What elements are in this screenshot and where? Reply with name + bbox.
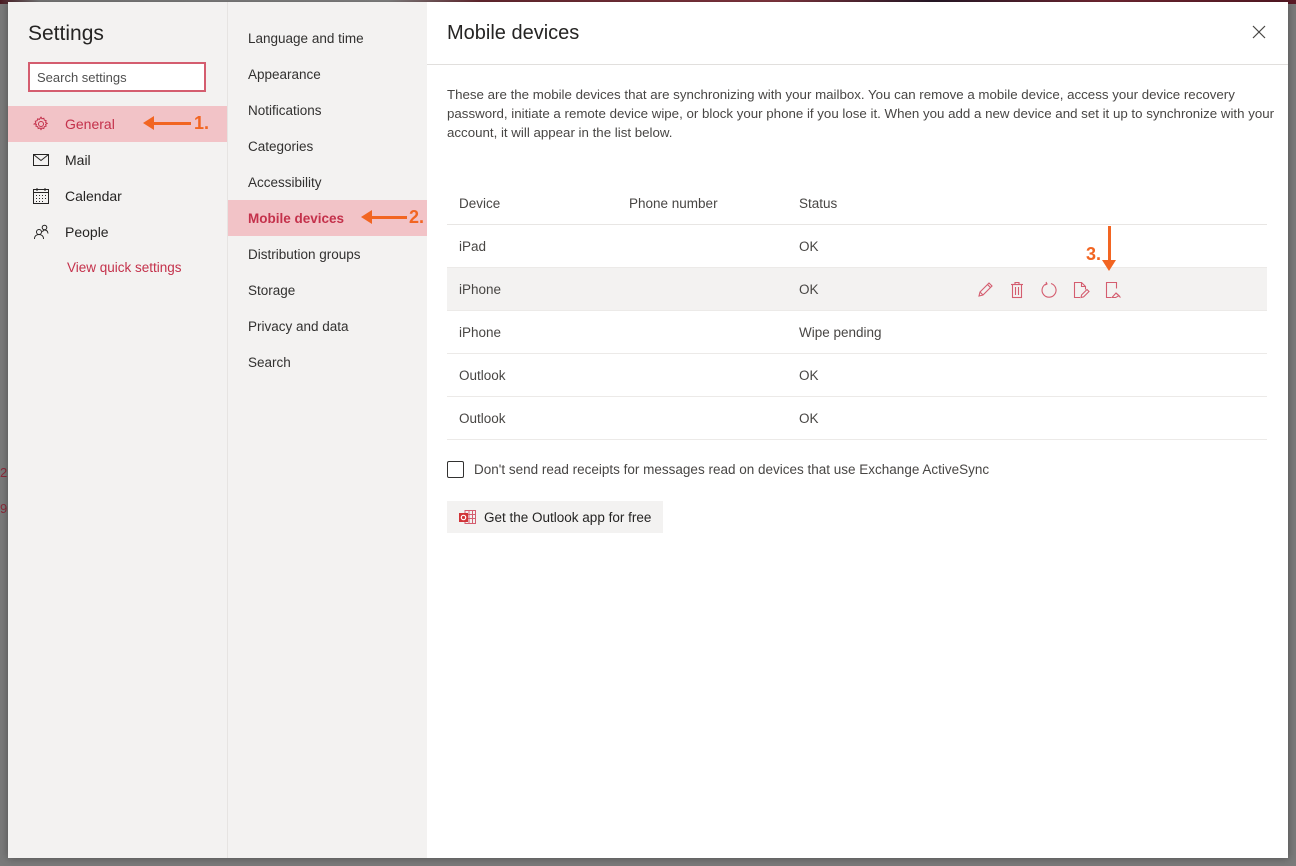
table-row[interactable]: iPad OK — [447, 225, 1267, 268]
table-row[interactable]: iPhone OK — [447, 268, 1267, 311]
category-label: People — [65, 224, 109, 240]
device-status: OK — [799, 238, 819, 254]
settings-category-pane: Settings General Mail — [8, 2, 228, 858]
category-label: Calendar — [65, 188, 122, 204]
get-outlook-app-label: Get the Outlook app for free — [484, 509, 652, 525]
edit-document-icon — [1073, 281, 1090, 299]
device-name: Outlook — [459, 410, 506, 426]
description: These are the mobile devices that are sy… — [447, 87, 1275, 140]
calendar-icon — [33, 188, 49, 204]
column-header-phone-number: Phone number — [629, 195, 718, 211]
device-status: Wipe pending — [799, 324, 882, 340]
category-people[interactable]: People — [8, 214, 227, 250]
subnav-privacy-and-data[interactable]: Privacy and data — [228, 308, 427, 344]
close-button[interactable] — [1250, 23, 1268, 41]
annotation-step-3: 3. — [1086, 244, 1102, 264]
device-status: OK — [799, 281, 819, 297]
subnav-label: Privacy and data — [248, 318, 349, 334]
resync-button[interactable] — [1039, 280, 1059, 300]
table-row[interactable]: Outlook OK — [447, 397, 1267, 440]
close-icon — [1252, 25, 1266, 39]
subnav-search[interactable]: Search — [228, 344, 427, 380]
annotation-arrow-2 — [361, 210, 407, 224]
devices-table: Device Phone number Status iPad OK iPhon… — [447, 182, 1267, 440]
device-name: Outlook — [459, 367, 506, 383]
header-divider — [427, 64, 1288, 65]
delete-button[interactable] — [1007, 280, 1027, 300]
subnav-categories[interactable]: Categories — [228, 128, 427, 164]
subnav-distribution-groups[interactable]: Distribution groups — [228, 236, 427, 272]
device-status: OK — [799, 367, 819, 383]
device-name: iPhone — [459, 324, 502, 340]
device-status: OK — [799, 410, 819, 426]
row-actions — [975, 280, 1123, 300]
edit-button[interactable] — [975, 280, 995, 300]
settings-title: Settings — [28, 22, 104, 45]
category-label: Mail — [65, 152, 91, 168]
subnav-label: Accessibility — [248, 174, 322, 190]
read-receipts-label[interactable]: Don't send read receipts for messages re… — [474, 462, 989, 477]
category-mail[interactable]: Mail — [8, 142, 227, 178]
annotation-arrow-1 — [143, 116, 191, 130]
search-settings-input[interactable] — [28, 62, 206, 92]
delete-icon — [1011, 281, 1023, 299]
subnav-label: Mobile devices — [248, 210, 345, 226]
mail-icon — [33, 152, 49, 168]
background-text: 9 — [0, 501, 8, 516]
subnav-appearance[interactable]: Appearance — [228, 56, 427, 92]
device-name: iPhone — [459, 281, 502, 297]
refresh-icon — [1041, 281, 1057, 298]
subnav-label: Storage — [248, 282, 296, 298]
table-row[interactable]: Outlook OK — [447, 354, 1267, 397]
subnav-storage[interactable]: Storage — [228, 272, 427, 308]
settings-dialog: Settings General Mail — [8, 2, 1288, 858]
subnav-label: Categories — [248, 138, 314, 154]
column-header-status: Status — [799, 195, 838, 211]
wipe-device-button[interactable] — [1103, 280, 1123, 300]
device-name: iPad — [459, 238, 487, 254]
mobile-devices-pane: Mobile devices These are the mobile devi… — [427, 2, 1288, 858]
recovery-password-button[interactable] — [1071, 280, 1091, 300]
people-icon — [33, 224, 49, 240]
edit-icon — [978, 282, 993, 297]
get-outlook-app-button[interactable]: Get the Outlook app for free — [447, 501, 664, 533]
subnav-label: Language and time — [248, 30, 364, 46]
read-receipts-checkbox[interactable] — [447, 461, 464, 478]
table-header: Device Phone number Status — [447, 182, 1267, 225]
subnav-language-and-time[interactable]: Language and time — [228, 20, 427, 56]
settings-subnav-pane: Language and time Appearance Notificatio… — [228, 2, 427, 858]
outlook-app-icon — [459, 509, 476, 524]
background-text: 2 — [0, 465, 8, 480]
read-receipts-option: Don't send read receipts for messages re… — [447, 461, 989, 478]
table-row[interactable]: iPhone Wipe pending — [447, 311, 1267, 354]
subnav-accessibility[interactable]: Accessibility — [228, 164, 427, 200]
annotation-arrow-3 — [1102, 226, 1116, 271]
annotation-step-1: 1. — [194, 113, 210, 133]
subnav-label: Search — [248, 354, 291, 370]
gear-icon — [33, 116, 49, 132]
subnav-label: Appearance — [248, 66, 321, 82]
annotation-step-2: 2. — [409, 207, 425, 227]
wipe-data-icon — [1105, 281, 1121, 299]
view-quick-settings-link[interactable]: View quick settings — [67, 260, 182, 275]
page-title: Mobile devices — [447, 22, 580, 44]
column-header-device: Device — [459, 195, 501, 211]
subnav-label: Notifications — [248, 102, 322, 118]
subnav-label: Distribution groups — [248, 246, 361, 262]
category-label: General — [65, 116, 115, 132]
subnav-notifications[interactable]: Notifications — [228, 92, 427, 128]
category-calendar[interactable]: Calendar — [8, 178, 227, 214]
